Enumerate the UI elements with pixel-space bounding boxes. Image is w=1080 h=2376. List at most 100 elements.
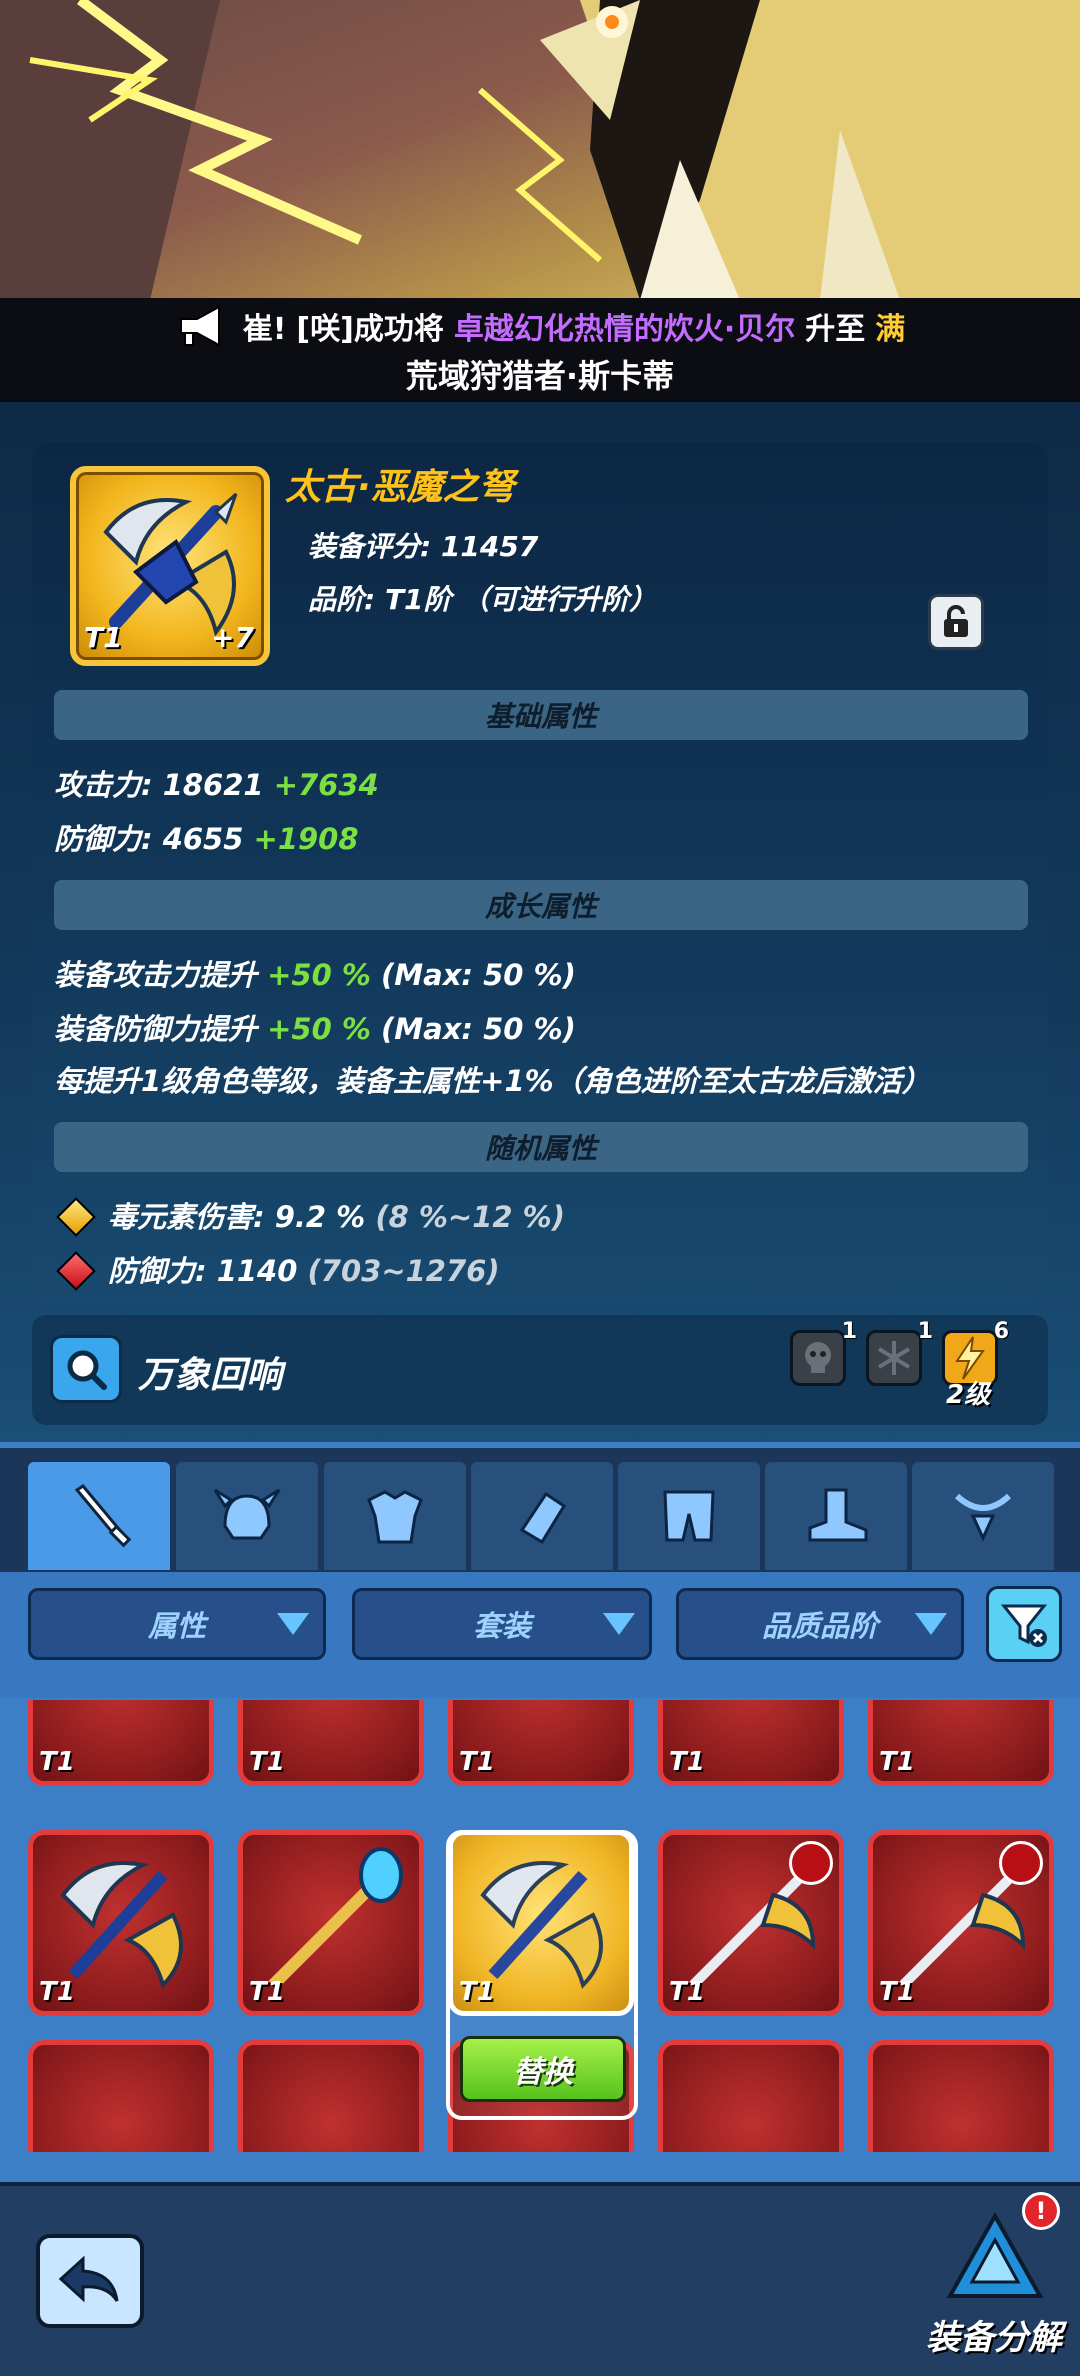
stat-defense: 防御力: 4655 +1908 [54,816,359,858]
item-score: 装备评分: 11457 [308,530,539,563]
tab-helmet[interactable] [176,1462,318,1570]
ticker-subline: 荒域狩猎者·斯卡蒂 [405,357,675,395]
item-level: +7 [211,621,254,654]
dismantle-label[interactable]: 装备分解 [926,2310,1062,2359]
inventory-item[interactable]: T1 [658,1700,844,1786]
echo-slot-frost[interactable]: 1 [866,1319,933,1386]
item-tier-label: T1 [669,1977,705,2007]
growth-defense-max: (Max: 50 %) [381,1012,576,1046]
random-stat-defense: 防御力: 1140 (703~1276) [54,1248,500,1291]
inventory-item[interactable] [868,2040,1054,2152]
lock-button[interactable] [928,594,984,650]
random-stat-poison-range: (8 %~12 %) [375,1200,565,1234]
tab-pants[interactable] [618,1462,760,1570]
filter-quality-dropdown[interactable]: 品质品阶 [676,1588,964,1660]
snowflake-icon [877,1341,911,1375]
stat-attack-bonus: +7634 [273,768,379,802]
skull-icon [805,1342,831,1373]
unlock-icon [944,605,968,637]
ticker-middle: 升至 [805,312,866,347]
filter-attribute-label: 属性 [147,1609,206,1643]
echo-label: 万象回响 [138,1355,283,1396]
tab-gloves[interactable] [471,1462,613,1570]
stat-defense-bonus: +1908 [253,822,359,856]
chevron-down-icon [603,1613,635,1635]
bottom-bar [0,2182,1080,2376]
necklace-icon [954,1493,1012,1542]
growth-note: 每提升1级角色等级，装备主属性+1%（角色进阶至太古龙后激活） [54,1064,931,1098]
inventory-item[interactable]: T1 [868,1830,1054,2016]
armor-icon [367,1490,423,1544]
inventory-item[interactable]: T1 [28,1700,214,1786]
section-growth-attributes: 成长属性 [54,880,1028,930]
growth-attack-label: 装备攻击力提升 [54,958,258,992]
back-arrow-icon [58,2255,119,2303]
ticker-suffix: 满 [875,312,906,347]
sword-icon [74,1484,132,1548]
growth-attack: 装备攻击力提升 +50 % (Max: 50 %) [54,952,576,994]
inventory-item[interactable]: T1 [238,1700,424,1786]
red-gem-icon [56,1251,96,1291]
item-tier-label: T1 [879,1747,915,1777]
growth-attack-value: +50 % [267,958,371,992]
item-grade: 品阶: T1阶 （可进行升阶） [308,583,658,616]
inventory-item[interactable] [28,2040,214,2152]
item-name: 太古·恶魔之弩 [285,467,515,508]
inventory-item[interactable]: T1 [658,1830,844,2016]
replace-button[interactable]: 替换 [460,2036,626,2102]
filter-clear-button[interactable] [986,1586,1062,1662]
item-tier-label: T1 [669,1747,705,1777]
echo-slot-frost-count: 1 [917,1319,933,1344]
back-button[interactable] [36,2234,144,2328]
echo-slot-level: 2级 [946,1380,991,1410]
tab-weapon[interactable] [28,1462,170,1570]
item-tier-label: T1 [459,1747,495,1777]
funnel-icon [1000,1604,1048,1647]
stat-attack: 攻击力: 18621 +7634 [54,762,379,804]
tab-necklace[interactable] [912,1462,1054,1570]
inventory-item[interactable]: T1 [448,1700,634,1786]
item-tier-label: T1 [39,1747,75,1777]
ticker-line: 崔! [咲]成功将 卓越幻化热情的炊火·贝尔 升至满 [175,303,906,349]
echo-slot-skull[interactable]: 1 [790,1319,857,1386]
growth-defense: 装备防御力提升 +50 % (Max: 50 %) [54,1006,576,1048]
boss-art [0,0,1080,300]
item-tier-label: T1 [879,1977,915,2007]
echo-search-button[interactable] [50,1335,122,1403]
element-badge-icon [789,1841,833,1885]
inventory-item[interactable] [658,2040,844,2152]
filter-set-dropdown[interactable]: 套装 [352,1588,652,1660]
ticker-highlight: 卓越幻化热情的炊火·贝尔 [453,312,796,347]
section-base-attributes: 基础属性 [54,690,1028,740]
filter-set-label: 套装 [472,1609,531,1643]
chevron-down-icon [277,1613,309,1635]
ticker-prefix: [咲]成功将 [296,312,444,347]
stat-defense-label: 防御力: 4655 [54,822,244,856]
inventory-item[interactable] [238,2040,424,2152]
growth-defense-value: +50 % [267,1012,371,1046]
inventory-item[interactable]: T1 [238,1830,424,2016]
megaphone-icon [179,305,220,347]
gold-gem-icon [56,1197,96,1237]
inventory-item[interactable]: T1 [28,1830,214,2016]
chevron-down-icon [915,1613,947,1635]
pants-icon [663,1490,715,1542]
filter-quality-label: 品质品阶 [761,1609,878,1643]
tab-armor[interactable] [324,1462,466,1570]
tab-boots[interactable] [765,1462,907,1570]
echo-slot-lightning-count: 6 [993,1319,1009,1344]
growth-attack-max: (Max: 50 %) [381,958,576,992]
growth-defense-label: 装备防御力提升 [54,1012,258,1046]
stat-attack-label: 攻击力: 18621 [54,768,264,802]
alert-badge: ! [1022,2192,1060,2230]
boots-icon [808,1488,868,1542]
random-stat-defense-range: (703~1276) [307,1254,500,1288]
inventory-item[interactable]: T1 [868,1700,1054,1786]
element-badge-icon [999,1841,1043,1885]
announcement-ticker: 崔! [咲]成功将 卓越幻化热情的炊火·贝尔 升至满 荒域狩猎者·斯卡蒂 [0,298,1080,402]
section-random-attributes: 随机属性 [54,1122,1028,1172]
random-stat-poison-label: 毒元素伤害: 9.2 % [108,1200,366,1234]
filter-attribute-dropdown[interactable]: 属性 [28,1588,326,1660]
item-tier-label: T1 [39,1977,75,2007]
helmet-icon [213,1488,281,1540]
